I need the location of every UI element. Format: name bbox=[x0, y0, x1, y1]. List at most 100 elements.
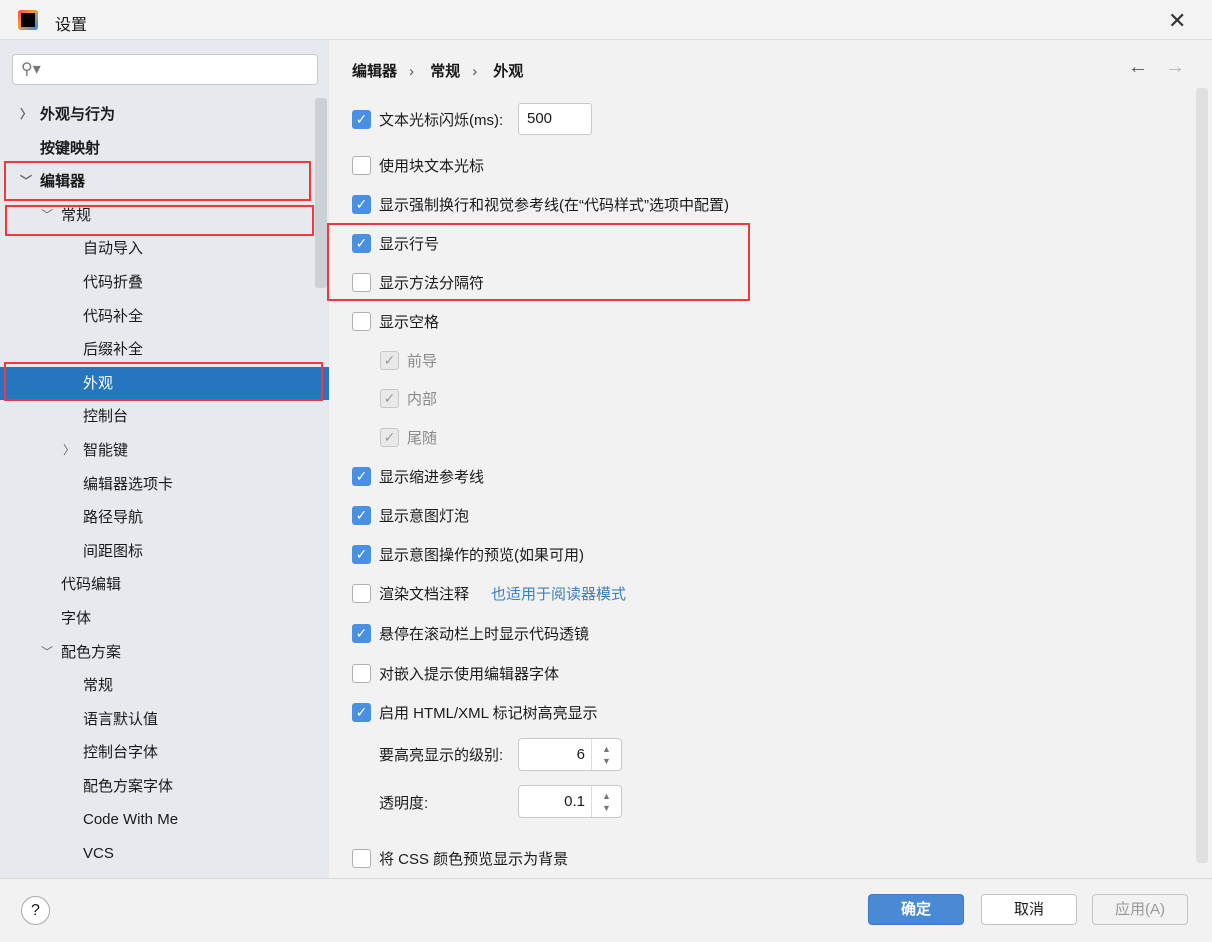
annotation-box bbox=[4, 161, 311, 201]
sidebar-item[interactable]: 自动导入 bbox=[0, 232, 329, 266]
chevron-right-icon[interactable]: 〉 bbox=[20, 98, 32, 132]
sidebar-item-label: 配色方案字体 bbox=[83, 777, 174, 795]
option-label[interactable]: 内部 bbox=[407, 388, 437, 409]
highlight-levels-spinner[interactable]: 6 ▲ ▼ bbox=[518, 738, 622, 771]
back-arrow-icon[interactable]: ← bbox=[1128, 56, 1148, 79]
sidebar-scrollbar[interactable] bbox=[315, 98, 327, 288]
forward-arrow-icon[interactable]: → bbox=[1165, 56, 1185, 79]
checkbox[interactable]: ✓ bbox=[352, 466, 371, 486]
sidebar-item[interactable]: 间距图标 bbox=[0, 535, 329, 569]
option-label[interactable]: 将 CSS 颜色预览显示为背景 bbox=[379, 848, 568, 869]
option-row: ✓ 启用 HTML/XML 标记树高亮显示 bbox=[352, 700, 598, 724]
option-label[interactable]: 对嵌入提示使用编辑器字体 bbox=[379, 663, 559, 684]
highlight-levels-label: 要高亮显示的级别: bbox=[379, 747, 504, 764]
sidebar-item[interactable]: ﹀ 配色方案 bbox=[0, 636, 329, 670]
sidebar-item-label: VCS bbox=[83, 845, 114, 863]
sidebar-item-label: 编辑器选项卡 bbox=[83, 475, 174, 493]
checkbox[interactable]: ✓ bbox=[352, 109, 371, 129]
checkbox[interactable]: ✓ bbox=[352, 702, 371, 722]
option-row: ✓ 悬停在滚动栏上时显示代码透镜 bbox=[352, 621, 589, 645]
option-label[interactable]: 显示空格 bbox=[379, 311, 439, 332]
apply-button[interactable]: 应用(A) bbox=[1092, 894, 1188, 925]
option-label[interactable]: 显示意图操作的预览(如果可用) bbox=[379, 544, 584, 565]
search-icon: ⚲▾ bbox=[21, 61, 41, 78]
option-row: ✓ 显示意图操作的预览(如果可用) bbox=[352, 542, 584, 566]
checkbox[interactable]: ✓ bbox=[352, 544, 371, 564]
spinner-arrows-icon[interactable]: ▲ ▼ bbox=[591, 786, 621, 817]
checkbox[interactable] bbox=[352, 155, 371, 175]
chevron-right-icon[interactable]: 〉 bbox=[63, 434, 75, 468]
hint-link[interactable]: 也适用于阅读器模式 bbox=[491, 583, 626, 604]
sidebar-item-label: 配色方案 bbox=[61, 643, 122, 661]
spinner-arrows-icon[interactable]: ▲ ▼ bbox=[591, 739, 621, 770]
checkbox[interactable] bbox=[352, 311, 371, 331]
help-button[interactable]: ? bbox=[21, 896, 50, 925]
breadcrumb-item: 外观 bbox=[493, 63, 524, 80]
sidebar-item-label: 智能键 bbox=[83, 441, 129, 459]
cancel-button[interactable]: 取消 bbox=[981, 894, 1077, 925]
option-label[interactable]: 前导 bbox=[407, 350, 437, 371]
sidebar-item[interactable]: 常规 bbox=[0, 669, 329, 703]
sidebar-item[interactable]: 语言默认值 bbox=[0, 703, 329, 737]
option-label[interactable]: 悬停在滚动栏上时显示代码透镜 bbox=[379, 623, 589, 644]
sidebar-item[interactable]: 字体 bbox=[0, 602, 329, 636]
sidebar-item[interactable]: 代码折叠 bbox=[0, 266, 329, 300]
title-bar bbox=[0, 0, 1212, 40]
checkbox[interactable]: ✓ bbox=[380, 427, 399, 447]
sidebar-item[interactable]: 路径导航 bbox=[0, 501, 329, 535]
checkbox[interactable] bbox=[352, 663, 371, 683]
annotation-box bbox=[4, 362, 323, 401]
sidebar-item[interactable]: 〉智能键 bbox=[0, 434, 329, 468]
option-label[interactable]: 使用块文本光标 bbox=[379, 155, 484, 176]
breadcrumb-item[interactable]: 编辑器 bbox=[352, 63, 397, 80]
breadcrumb: 编辑器 › 常规 › 外观 bbox=[352, 63, 524, 80]
breadcrumb-item[interactable]: 常规 bbox=[430, 63, 460, 80]
sidebar-item-label: 常规 bbox=[83, 677, 114, 695]
main-scrollbar[interactable] bbox=[1196, 88, 1208, 863]
window-title: 设置 bbox=[55, 17, 88, 34]
checkbox[interactable] bbox=[352, 848, 371, 868]
sidebar-item[interactable]: 代码编辑 bbox=[0, 568, 329, 602]
option-label[interactable]: 文本光标闪烁(ms): bbox=[379, 109, 503, 130]
option-label[interactable]: 显示缩进参考线 bbox=[379, 466, 484, 487]
spinner-value[interactable]: 0.1 bbox=[564, 793, 585, 810]
checkbox[interactable]: ✓ bbox=[352, 194, 371, 214]
sidebar-item[interactable]: 控制台字体 bbox=[0, 736, 329, 770]
ok-button[interactable]: 确定 bbox=[868, 894, 964, 925]
sidebar-item-label: 控制台 bbox=[83, 408, 129, 426]
checkbox[interactable]: ✓ bbox=[380, 350, 399, 370]
sidebar-item[interactable]: VCS bbox=[0, 837, 329, 871]
option-row: ✓ 显示强制换行和视觉参考线(在“代码样式”选项中配置) bbox=[352, 192, 729, 216]
sidebar-item-label: 代码补全 bbox=[83, 307, 144, 325]
sidebar-item[interactable]: 控制台 bbox=[0, 400, 329, 434]
checkbox[interactable]: ✓ bbox=[352, 505, 371, 525]
sidebar-item[interactable]: 代码补全 bbox=[0, 300, 329, 334]
sidebar-item[interactable]: 配色方案字体 bbox=[0, 770, 329, 804]
sidebar-item[interactable]: 〉外观与行为 bbox=[0, 98, 329, 132]
option-label[interactable]: 启用 HTML/XML 标记树高亮显示 bbox=[379, 702, 598, 723]
checkbox[interactable]: ✓ bbox=[380, 388, 399, 408]
chevron-down-icon[interactable]: ﹀ bbox=[41, 636, 53, 670]
option-label[interactable]: 显示意图灯泡 bbox=[379, 505, 469, 526]
cursor-blink-input[interactable]: 500 bbox=[518, 103, 592, 135]
opacity-spinner[interactable]: 0.1 ▲ ▼ bbox=[518, 785, 622, 818]
sidebar-item[interactable]: 编辑器选项卡 bbox=[0, 468, 329, 502]
checkbox[interactable] bbox=[352, 583, 371, 603]
sidebar-item-label: 外观与行为 bbox=[40, 106, 116, 123]
spinner-value[interactable]: 6 bbox=[577, 746, 585, 763]
search-input[interactable]: ⚲▾ bbox=[12, 54, 318, 85]
option-row: 显示空格 bbox=[352, 309, 439, 333]
option-row: ✓ 前导 bbox=[380, 348, 437, 372]
annotation-box bbox=[327, 223, 750, 301]
option-row: ✓ 尾随 bbox=[380, 425, 437, 449]
option-label[interactable]: 尾随 bbox=[407, 427, 437, 448]
option-label[interactable]: 显示强制换行和视觉参考线(在“代码样式”选项中配置) bbox=[379, 194, 729, 215]
close-icon[interactable]: ✕ bbox=[1168, 8, 1186, 34]
sidebar-item[interactable]: Code With Me bbox=[0, 803, 329, 837]
checkbox[interactable]: ✓ bbox=[352, 623, 371, 643]
sidebar-item-label: 代码折叠 bbox=[83, 273, 144, 291]
sidebar-item-label: Code With Me bbox=[83, 811, 179, 829]
option-label[interactable]: 渲染文档注释 bbox=[379, 583, 469, 604]
option-row: ✓ 内部 bbox=[380, 386, 437, 410]
sidebar-item-label: 字体 bbox=[61, 609, 92, 627]
